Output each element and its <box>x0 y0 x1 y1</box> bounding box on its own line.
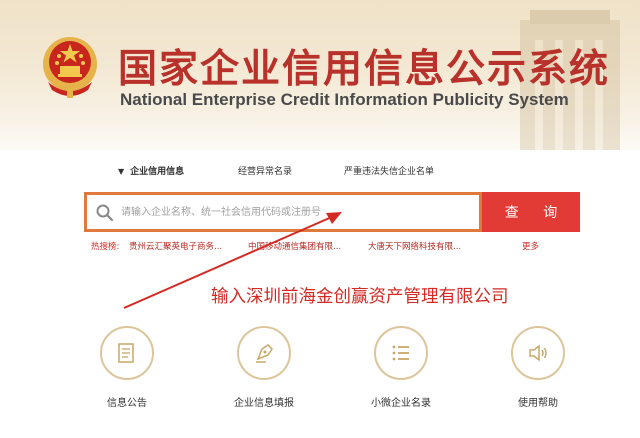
search-button[interactable]: 查 询 <box>482 192 580 232</box>
tab-enterprise-credit-info[interactable]: ▼ 企业信用信息 <box>118 164 184 177</box>
feature-label: 信息公告 <box>107 398 147 409</box>
feature-label: 使用帮助 <box>518 398 558 409</box>
document-icon <box>118 343 134 363</box>
speaker-icon <box>529 344 547 362</box>
feature-label: 小微企业名录 <box>371 398 431 409</box>
annotation-text: 输入深圳前海金创赢资产管理有限公司 <box>211 287 509 307</box>
feature-label: 企业信息填报 <box>234 398 294 409</box>
tab-label: 经营异常名录 <box>238 167 293 177</box>
icon-circle <box>374 326 428 380</box>
tab-label: 企业信用信息 <box>130 167 185 177</box>
search-input[interactable] <box>121 201 471 223</box>
feature-shortcuts: 信息公告 企业信息填报 小微企业名录 使用帮助 <box>0 318 640 438</box>
icon-circle <box>100 326 154 380</box>
feature-small-micro-enterprise-list[interactable]: 小微企业名录 <box>346 318 456 438</box>
site-title-chinese: 国家企业信用信息公示系统 <box>118 47 611 92</box>
more-link[interactable]: 更多 <box>522 240 539 252</box>
site-title-english: National Enterprise Credit Information P… <box>120 90 569 109</box>
hot-search-link[interactable]: 贵州云汇聚英电子商务... <box>129 240 222 252</box>
search-category-tabs: ▼ 企业信用信息 经营异常名录 严重违法失信企业名单 <box>0 164 640 182</box>
icon-circle <box>237 326 291 380</box>
hot-search-label: 热搜榜: <box>91 242 120 252</box>
national-emblem-icon <box>43 37 97 98</box>
tab-label: 严重违法失信企业名单 <box>344 167 435 177</box>
pen-nib-icon <box>256 344 273 363</box>
hot-search-bar: 热搜榜: 贵州云汇聚英电子商务... 中国移动通信集团有限... 大唐天下网络科… <box>91 240 551 254</box>
tab-abnormal-operation-list[interactable]: 经营异常名录 <box>238 164 292 177</box>
caret-down-icon: ▼ <box>118 167 125 176</box>
search-icon <box>96 204 114 222</box>
feature-enterprise-info-filing[interactable]: 企业信息填报 <box>209 318 319 438</box>
hot-search-link[interactable]: 大唐天下网络科技有限... <box>368 240 461 252</box>
header-banner: 国家企业信用信息公示系统 National Enterprise Credit … <box>0 0 640 150</box>
hot-search-link[interactable]: 中国移动通信集团有限... <box>248 240 341 252</box>
list-icon <box>392 345 409 361</box>
feature-info-announcement[interactable]: 信息公告 <box>72 318 182 438</box>
icon-circle <box>511 326 565 380</box>
search-box <box>84 192 482 232</box>
feature-user-help[interactable]: 使用帮助 <box>483 318 593 438</box>
tab-serious-violation-list[interactable]: 严重违法失信企业名单 <box>344 164 434 177</box>
